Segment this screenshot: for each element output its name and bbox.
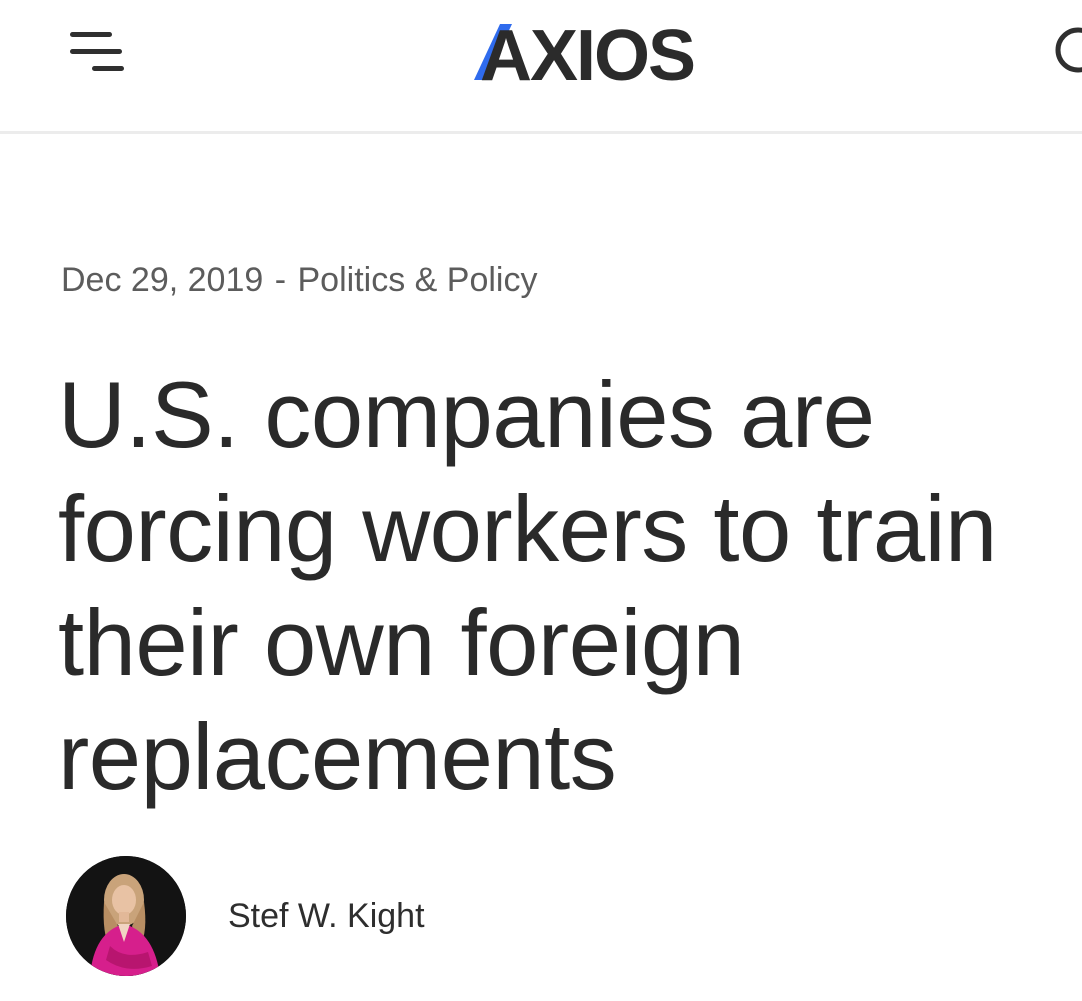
article-meta: Dec 29, 2019 - Politics & Policy xyxy=(61,260,537,300)
article-page: AXIOS Dec 29, 2019 - Politics & Policy U… xyxy=(0,0,1082,1001)
headline-line: replacements xyxy=(58,704,617,809)
headline-line: forcing workers to train xyxy=(58,476,997,581)
menu-icon-bar xyxy=(70,49,122,54)
menu-icon-bar xyxy=(92,66,124,71)
author-name[interactable]: Stef W. Kight xyxy=(228,896,425,936)
menu-icon-bar xyxy=(70,32,112,37)
logo-wordmark: AXIOS xyxy=(480,16,694,94)
search-button[interactable] xyxy=(1046,24,1082,84)
article-category[interactable]: Politics & Policy xyxy=(298,261,538,299)
axios-logo-mark: AXIOS xyxy=(474,16,696,94)
meta-separator: - xyxy=(274,261,287,299)
headline-line: U.S. companies are xyxy=(58,362,875,467)
author-byline: Stef W. Kight xyxy=(66,856,666,976)
article-headline: U.S. companies are forcing workers to tr… xyxy=(58,358,1082,814)
author-avatar[interactable] xyxy=(66,856,186,976)
author-photo-icon xyxy=(66,856,186,976)
axios-logo[interactable]: AXIOS xyxy=(470,14,720,94)
top-navigation-bar: AXIOS xyxy=(0,0,1082,134)
headline-line: their own foreign xyxy=(58,590,745,695)
article-date: Dec 29, 2019 xyxy=(61,261,264,299)
search-icon xyxy=(1055,27,1082,73)
menu-button[interactable] xyxy=(62,28,132,80)
